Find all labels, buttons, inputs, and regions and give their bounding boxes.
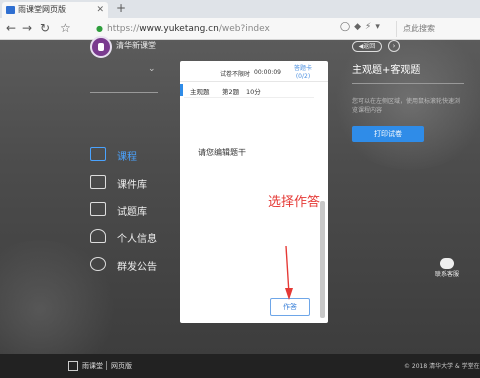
tab-title: 雨课堂网页版 <box>18 5 66 14</box>
exam-title: 主观题+客观题 <box>352 65 421 76</box>
question-marker <box>180 84 183 96</box>
wechat-icon <box>440 258 454 269</box>
new-tab-button[interactable]: + <box>116 1 126 15</box>
school-logo-icon <box>90 36 112 58</box>
contact-support-label: 联系客服 <box>434 271 459 278</box>
chevron-down-icon[interactable]: ⌄ <box>148 64 156 74</box>
url-prefix: https:// <box>106 24 140 34</box>
search-input[interactable]: 点此搜索 <box>396 21 476 37</box>
sidebar-item-question-bank[interactable]: 试题库 <box>90 201 180 219</box>
annotation-text: 选择作答 <box>268 195 321 210</box>
question-bank-icon <box>90 202 106 216</box>
back-arrow-icon[interactable]: ← <box>6 21 16 35</box>
course-icon <box>90 147 106 161</box>
sidebar-item-course[interactable]: 课程 <box>90 146 180 164</box>
divider <box>106 361 107 370</box>
sidebar-item-label: 试题库 <box>117 207 147 218</box>
answer-card-label: 答题卡 <box>294 65 313 72</box>
url-path: /web?index <box>218 24 270 34</box>
print-button[interactable]: 打印试卷 <box>352 126 424 142</box>
back-button-label: 返回 <box>363 43 376 50</box>
question-text: 请您编辑题干 <box>198 148 246 157</box>
question-header: 主观题 第2题 10分 <box>180 84 320 96</box>
copyright: © 2018 清华大学 & 学堂在线 <box>404 363 480 370</box>
sidebar-item-label: 课程 <box>117 152 137 163</box>
url-field[interactable]: ● https://www.yuketang.cn/web?index <box>96 21 322 37</box>
divider <box>90 92 158 93</box>
footer-logo-icon <box>68 361 78 371</box>
exam-description: 您可以在左侧区域，使用鼠标滚轮快速浏览课程内容 <box>352 98 461 114</box>
answer-card-count: (0/2) <box>295 73 311 80</box>
favicon-icon <box>6 6 15 14</box>
announcement-icon <box>90 257 106 271</box>
contact-support-button[interactable]: 联系客服 <box>432 258 462 279</box>
question-type: 主观题 <box>190 88 210 96</box>
toolbar-icons[interactable]: ◯◆⚡▾ <box>340 22 384 32</box>
answer-card-button[interactable]: 答题卡 (0/2) <box>294 65 312 81</box>
sidebar-item-label: 群发公告 <box>117 262 157 273</box>
sidebar-item-label: 课件库 <box>117 180 147 191</box>
sidebar-item-courseware[interactable]: 课件库 <box>90 174 180 192</box>
url-host: www.yuketang.cn <box>139 24 219 34</box>
footer-sub: 网页版 <box>111 362 132 370</box>
reload-icon[interactable]: ↻ <box>40 21 50 35</box>
divider <box>180 81 328 82</box>
profile-icon <box>90 229 106 243</box>
scrollbar[interactable] <box>320 201 325 318</box>
brand-name: 清华新课堂 <box>116 41 156 50</box>
star-icon[interactable]: ☆ <box>60 21 71 35</box>
back-button[interactable]: ◀返回 <box>352 41 382 52</box>
next-icon[interactable]: › <box>388 40 400 52</box>
sidebar-item-label: 个人信息 <box>117 234 157 245</box>
sidebar-item-announcement[interactable]: 群发公告 <box>90 256 180 274</box>
sidebar-item-profile[interactable]: 个人信息 <box>90 228 180 246</box>
courseware-icon <box>90 175 106 189</box>
address-bar: ← → ↻ ☆ ● https://www.yuketang.cn/web?ind… <box>0 18 480 40</box>
footer-brand: 雨课堂 <box>82 362 103 370</box>
annotation-arrow <box>285 245 293 300</box>
browser-tab[interactable]: 雨课堂网页版 ✕ <box>2 2 108 18</box>
timer-value: 00:00:09 <box>254 69 281 76</box>
browser-tabbar: 雨课堂网页版 ✕ + <box>0 0 480 18</box>
close-icon[interactable]: ✕ <box>96 2 104 18</box>
timer-label: 试卷不限时 <box>220 71 251 78</box>
lock-icon: ● <box>96 24 103 33</box>
divider <box>184 97 314 98</box>
question-index: 第2题 <box>222 88 240 96</box>
forward-arrow-icon[interactable]: → <box>22 21 32 35</box>
divider <box>352 83 464 84</box>
footer: 雨课堂 网页版 © 2018 清华大学 & 学堂在线 <box>0 354 480 378</box>
question-score: 10分 <box>246 88 261 96</box>
card-header: 试卷不限时 00:00:09 答题卡 (0/2) <box>180 61 328 81</box>
